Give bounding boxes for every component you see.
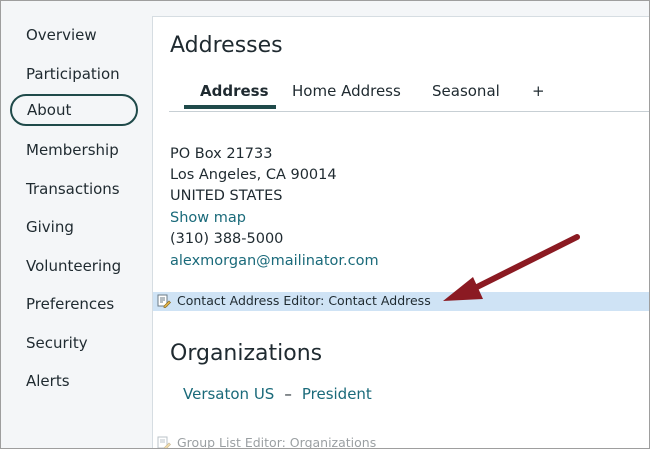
address-city: Los Angeles, CA 90014 [170, 167, 337, 183]
organization-row: Versaton US – President [183, 384, 372, 404]
organization-role-link[interactable]: President [302, 385, 372, 403]
sidebar-item-transactions[interactable]: Transactions [26, 179, 120, 199]
group-list-editor-bar[interactable]: Group List Editor: Organizations [153, 435, 649, 449]
tab-home-address[interactable]: Home Address [292, 82, 401, 100]
sidebar-item-alerts[interactable]: Alerts [26, 371, 70, 391]
addresses-heading: Addresses [170, 33, 283, 58]
sidebar-item-overview[interactable]: Overview [26, 25, 97, 45]
organization-name-link[interactable]: Versaton US [183, 385, 274, 403]
contact-address-editor-label: Contact Address Editor: Contact Address [177, 293, 431, 308]
sidebar-item-preferences[interactable]: Preferences [26, 294, 114, 314]
sidebar-item-about[interactable]: About [10, 94, 138, 126]
tab-add-address[interactable]: + [532, 82, 545, 100]
main-panel: Addresses Address Home Address Seasonal … [152, 16, 649, 449]
edit-page-icon [157, 294, 171, 308]
address-tabs: Address Home Address Seasonal + [169, 77, 649, 112]
organization-separator: – [284, 385, 292, 403]
sidebar-item-security[interactable]: Security [26, 333, 88, 353]
email-link[interactable]: alexmorgan@mailinator.com [170, 251, 379, 271]
tab-seasonal[interactable]: Seasonal [432, 82, 500, 100]
app-frame: Overview Participation About Membership … [0, 0, 650, 449]
address-country: UNITED STATES [170, 188, 283, 204]
group-list-editor-label: Group List Editor: Organizations [177, 435, 377, 449]
sidebar-item-giving[interactable]: Giving [26, 217, 74, 237]
edit-page-icon [157, 436, 171, 448]
contact-address-editor-bar[interactable]: Contact Address Editor: Contact Address [153, 292, 649, 311]
organizations-heading: Organizations [170, 341, 323, 366]
sidebar-nav: Overview Participation About Membership … [1, 1, 151, 448]
show-map-link[interactable]: Show map [170, 208, 246, 228]
sidebar-item-participation[interactable]: Participation [26, 64, 120, 84]
phone-number: (310) 388-5000 [170, 231, 284, 247]
active-tab-indicator [184, 105, 276, 109]
address-street: PO Box 21733 [170, 146, 273, 162]
sidebar-item-volunteering[interactable]: Volunteering [26, 256, 121, 276]
sidebar-item-membership[interactable]: Membership [26, 140, 119, 160]
tab-address[interactable]: Address [200, 82, 269, 100]
